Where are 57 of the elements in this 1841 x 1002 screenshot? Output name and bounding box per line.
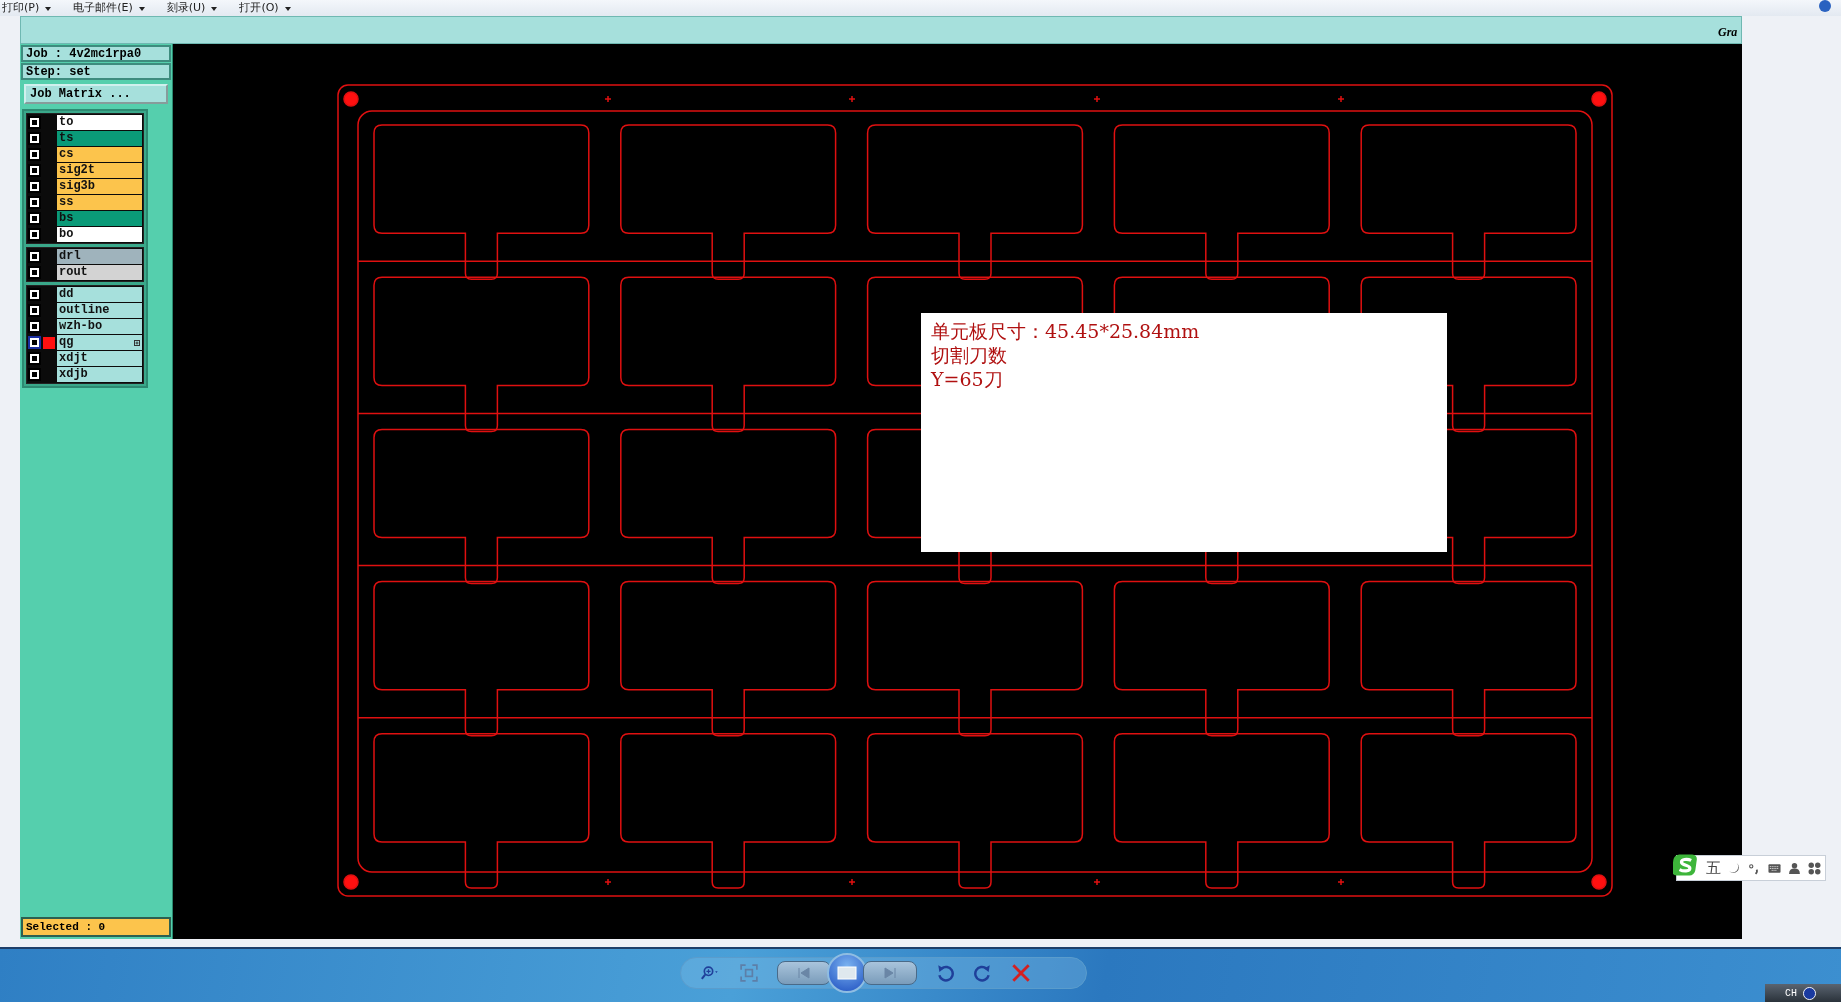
layer-name[interactable]: ts <box>57 131 142 146</box>
layer-name[interactable]: sig3b <box>57 179 142 194</box>
layer-checkbox[interactable] <box>30 322 39 331</box>
rotate-right-icon[interactable] <box>973 964 993 982</box>
job-matrix-button[interactable]: Job Matrix ... <box>24 84 168 104</box>
layer-checkbox[interactable] <box>30 338 39 347</box>
layer-name[interactable]: outline <box>57 303 142 318</box>
layer-name[interactable]: ss <box>57 195 142 210</box>
layer-checkbox[interactable] <box>30 198 39 207</box>
layer-checkbox[interactable] <box>30 230 39 239</box>
layer-checkbox[interactable] <box>30 354 39 363</box>
user-icon[interactable] <box>1788 861 1801 875</box>
layer-checkbox[interactable] <box>30 268 39 277</box>
layer-name[interactable]: qg <box>57 335 142 350</box>
next-icon <box>883 967 897 979</box>
layer-name[interactable]: drl <box>57 249 142 264</box>
expand-icon[interactable] <box>134 339 140 346</box>
layer-checkbox[interactable] <box>30 150 39 159</box>
layer-name[interactable]: rout <box>57 265 142 280</box>
next-button[interactable] <box>863 961 917 985</box>
note-text: 切割刀数 <box>931 343 1007 367</box>
layer-checkbox[interactable] <box>30 252 39 261</box>
note-text: 单元板尺寸：45.45*25.84mm <box>931 319 1200 343</box>
ime-logo-icon[interactable] <box>1673 853 1699 877</box>
layer-name[interactable]: xdjb <box>57 367 142 382</box>
layer-checkbox[interactable] <box>30 214 39 223</box>
layer-name[interactable]: cs <box>57 147 142 162</box>
layer-name[interactable]: dd <box>57 287 142 302</box>
layer-checkbox[interactable] <box>30 118 39 127</box>
layer-name[interactable]: xdjt <box>57 351 142 366</box>
step-label: Step: set <box>21 63 171 80</box>
layer-checkbox[interactable] <box>30 134 39 143</box>
layer-checkbox[interactable] <box>30 370 39 379</box>
layer-name[interactable]: wzh-bo <box>57 319 142 334</box>
note-text: Y=65刀 <box>931 367 1003 391</box>
layer-checkbox[interactable] <box>30 290 39 299</box>
rotate-left-icon[interactable] <box>935 964 955 982</box>
previous-button[interactable] <box>777 961 831 985</box>
selected-count: Selected : 0 <box>21 917 171 937</box>
keyboard-icon[interactable] <box>1768 861 1781 875</box>
layer-name[interactable]: sig2t <box>57 163 142 178</box>
layer-name[interactable]: to <box>57 115 142 130</box>
grid-icon[interactable] <box>1808 861 1821 875</box>
layer-checkbox[interactable] <box>30 306 39 315</box>
layer-name[interactable]: bs <box>57 211 142 226</box>
input-mode[interactable]: 五 <box>1706 858 1721 878</box>
logo-text: Gra <box>1718 25 1739 41</box>
punctuation-icon[interactable] <box>1748 861 1761 875</box>
picture-icon <box>837 966 857 980</box>
layer-checkbox[interactable] <box>30 182 39 191</box>
layer-name[interactable]: bo <box>57 227 142 242</box>
zoom-icon[interactable] <box>701 964 721 982</box>
job-label: Job : 4v2mc1rpa0 <box>21 45 171 62</box>
previous-icon <box>797 967 811 979</box>
language-indicator[interactable]: CH <box>1785 987 1797 999</box>
slideshow-button[interactable] <box>827 953 867 993</box>
layer-checkbox[interactable] <box>30 166 39 175</box>
